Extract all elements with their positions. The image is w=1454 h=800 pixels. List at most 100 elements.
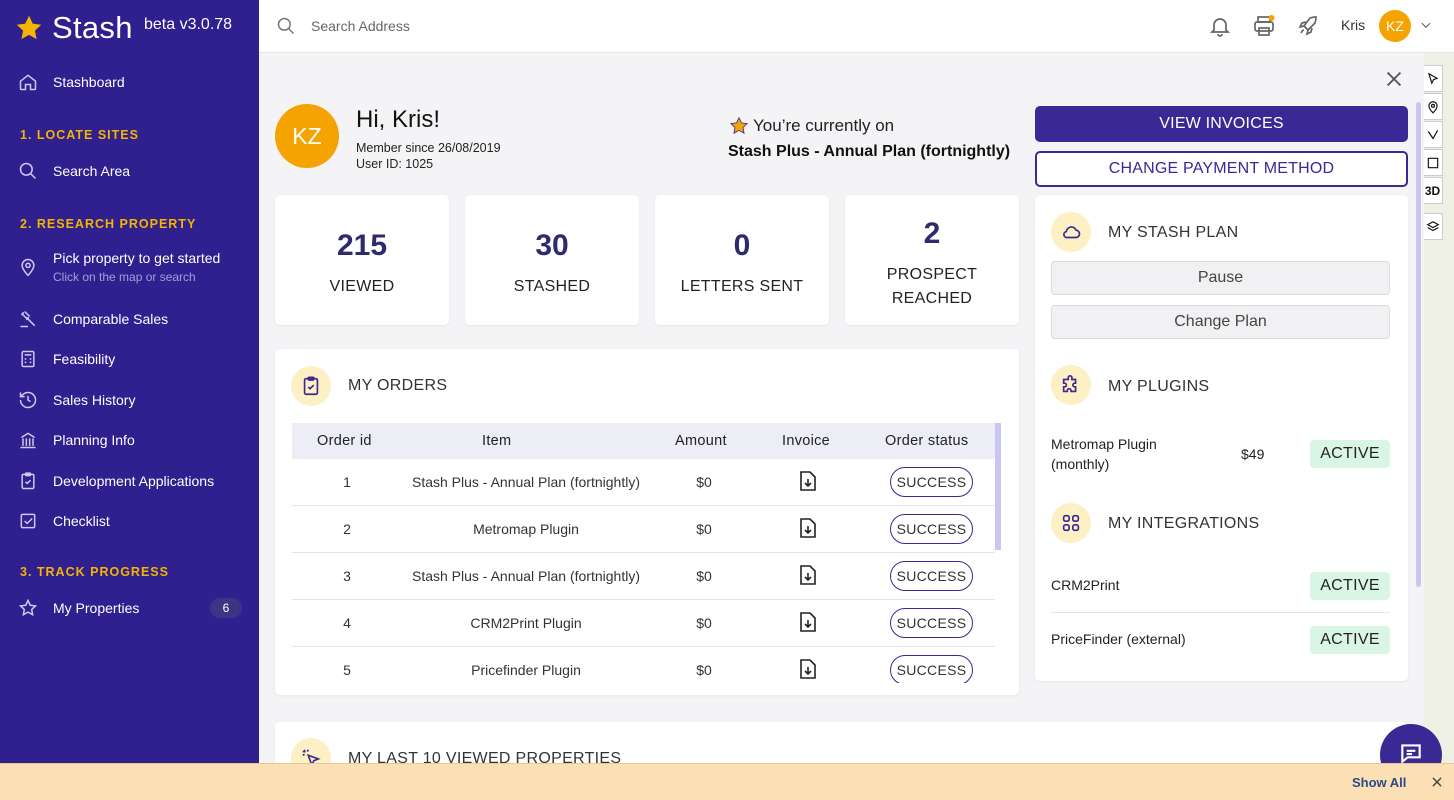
polygon-tool[interactable]: [1422, 149, 1443, 176]
sidebar-item-sales-history[interactable]: Sales History: [17, 389, 135, 411]
version-label: beta v3.0.78: [144, 16, 233, 33]
polyline-icon: [1427, 129, 1438, 140]
stat-label: LETTERS SENT: [680, 278, 804, 295]
order-item: Metromap Plugin: [473, 521, 579, 537]
order-amount: $0: [696, 521, 712, 537]
order-amount: $0: [696, 662, 712, 678]
download-invoice-icon[interactable]: [798, 470, 818, 492]
sidebar-item-planning-info[interactable]: Planning Info: [17, 429, 135, 451]
order-id: 1: [343, 474, 351, 490]
profile-avatar: KZ: [275, 104, 339, 168]
grid-icon: [1051, 503, 1091, 543]
status-badge: SUCCESS: [890, 655, 973, 683]
table-row: 4 CRM2Print Plugin $0 SUCCESS: [292, 600, 995, 647]
change-payment-method-button[interactable]: CHANGE PAYMENT METHOD: [1035, 151, 1408, 187]
download-invoice-icon[interactable]: [798, 611, 818, 633]
status-badge: ACTIVE: [1310, 626, 1390, 654]
location-pin-icon: [17, 256, 39, 278]
sidebar-item-label: Development Applications: [53, 473, 215, 489]
col-order-id: Order id: [317, 433, 372, 449]
bell-icon[interactable]: [1208, 14, 1232, 38]
stat-prospect-reached: 2 PROSPECT REACHED: [845, 195, 1019, 325]
printer-icon[interactable]: [1252, 14, 1276, 38]
status-badge: SUCCESS: [890, 608, 973, 638]
download-invoice-icon[interactable]: [798, 564, 818, 586]
col-amount: Amount: [675, 433, 727, 449]
stat-value: 2: [923, 217, 941, 250]
stat-value: 30: [535, 229, 569, 262]
user-id: User ID: 1025: [356, 157, 434, 171]
table-row: 2 Metromap Plugin $0 SUCCESS: [292, 506, 995, 553]
my-orders-card: MY ORDERS Order id Item Amount Invoice O…: [275, 349, 1019, 695]
greeting: Hi, Kris!: [356, 106, 440, 133]
chevron-down-icon[interactable]: [1419, 18, 1433, 32]
stat-label: PROSPECT REACHED: [886, 266, 978, 307]
member-since: Member since 26/08/2019: [356, 141, 501, 155]
puzzle-icon: [1051, 365, 1091, 405]
clipboard-check-icon: [291, 366, 331, 406]
order-item: Pricefinder Plugin: [471, 662, 581, 678]
sidebar-item-pick-property[interactable]: Pick property to get started Click on th…: [17, 250, 220, 284]
sidebar: Stash beta v3.0.78 Stashboard 1. LOCATE …: [0, 0, 259, 763]
view-invoices-button[interactable]: VIEW INVOICES: [1035, 106, 1408, 142]
pointer-tool[interactable]: [1422, 65, 1443, 92]
download-invoice-icon[interactable]: [798, 517, 818, 539]
stat-label: STASHED: [513, 278, 591, 295]
sidebar-item-label: Search Area: [53, 163, 131, 179]
user-avatar[interactable]: KZ: [1379, 10, 1411, 42]
sidebar-item-search-area[interactable]: Search Area: [17, 160, 130, 182]
order-item: Stash Plus - Annual Plan (fortnightly): [411, 568, 640, 584]
col-item: Item: [482, 433, 512, 449]
location-pin-icon: [1427, 100, 1438, 114]
show-all-link[interactable]: Show All: [1352, 775, 1406, 790]
stash-plan-title: MY STASH PLAN: [1108, 224, 1239, 241]
order-id: 3: [343, 568, 351, 584]
building-icon: [17, 429, 39, 451]
sidebar-item-stashboard[interactable]: Stashboard: [17, 71, 125, 93]
table-scrollbar[interactable]: [995, 423, 1001, 550]
sidebar-item-label: Comparable Sales: [53, 311, 169, 327]
pin-tool[interactable]: [1422, 93, 1443, 120]
brand-logo[interactable]: Stash: [15, 8, 133, 48]
cloud-icon: [1051, 212, 1091, 252]
sidebar-item-hint: Click on the map or search: [53, 270, 196, 284]
table-row: 5 Pricefinder Plugin $0 SUCCESS: [292, 647, 995, 683]
sidebar-item-label: Pick property to get started: [53, 250, 221, 266]
rocket-icon[interactable]: [1296, 14, 1320, 38]
panel-scrollbar[interactable]: [1416, 102, 1421, 587]
line-tool[interactable]: [1422, 121, 1443, 148]
pause-plan-button[interactable]: Pause: [1051, 261, 1390, 295]
status-badge: SUCCESS: [890, 561, 973, 591]
search-input[interactable]: [311, 14, 711, 38]
sidebar-item-my-properties[interactable]: My Properties: [17, 597, 139, 619]
star-logo-icon: [16, 15, 42, 40]
sidebar-item-feasibility[interactable]: Feasibility: [17, 348, 115, 370]
current-plan-name: Stash Plus - Annual Plan (fortnightly): [728, 143, 1011, 160]
user-name[interactable]: Kris: [1341, 17, 1365, 33]
integrations-title: MY INTEGRATIONS: [1108, 515, 1260, 532]
order-amount: $0: [696, 568, 712, 584]
3d-toggle[interactable]: 3D: [1422, 177, 1443, 204]
col-invoice: Invoice: [782, 433, 831, 449]
sidebar-item-development-applications[interactable]: Development Applications: [17, 470, 214, 492]
stat-letters-sent: 0 LETTERS SENT: [655, 195, 829, 325]
sidebar-item-label: Checklist: [53, 513, 110, 529]
order-amount: $0: [696, 615, 712, 631]
sidebar-item-comparable-sales[interactable]: Comparable Sales: [17, 308, 168, 330]
cursor-icon: [1427, 72, 1439, 85]
history-icon: [17, 389, 39, 411]
download-invoice-icon[interactable]: [798, 658, 818, 680]
close-icon[interactable]: [1430, 775, 1444, 789]
col-order-status: Order status: [885, 433, 969, 449]
status-badge: SUCCESS: [890, 467, 973, 497]
layers-tool[interactable]: [1422, 213, 1443, 240]
sidebar-item-checklist[interactable]: Checklist: [17, 510, 110, 532]
sidebar-item-label: Feasibility: [53, 351, 116, 367]
top-bar: Kris KZ: [259, 0, 1454, 53]
stat-stashed: 30 STASHED: [465, 195, 639, 325]
stat-label: VIEWED: [329, 278, 395, 295]
change-plan-button[interactable]: Change Plan: [1051, 305, 1390, 339]
calculator-icon: [17, 348, 39, 370]
order-amount: $0: [696, 474, 712, 490]
close-icon[interactable]: [1383, 68, 1405, 90]
